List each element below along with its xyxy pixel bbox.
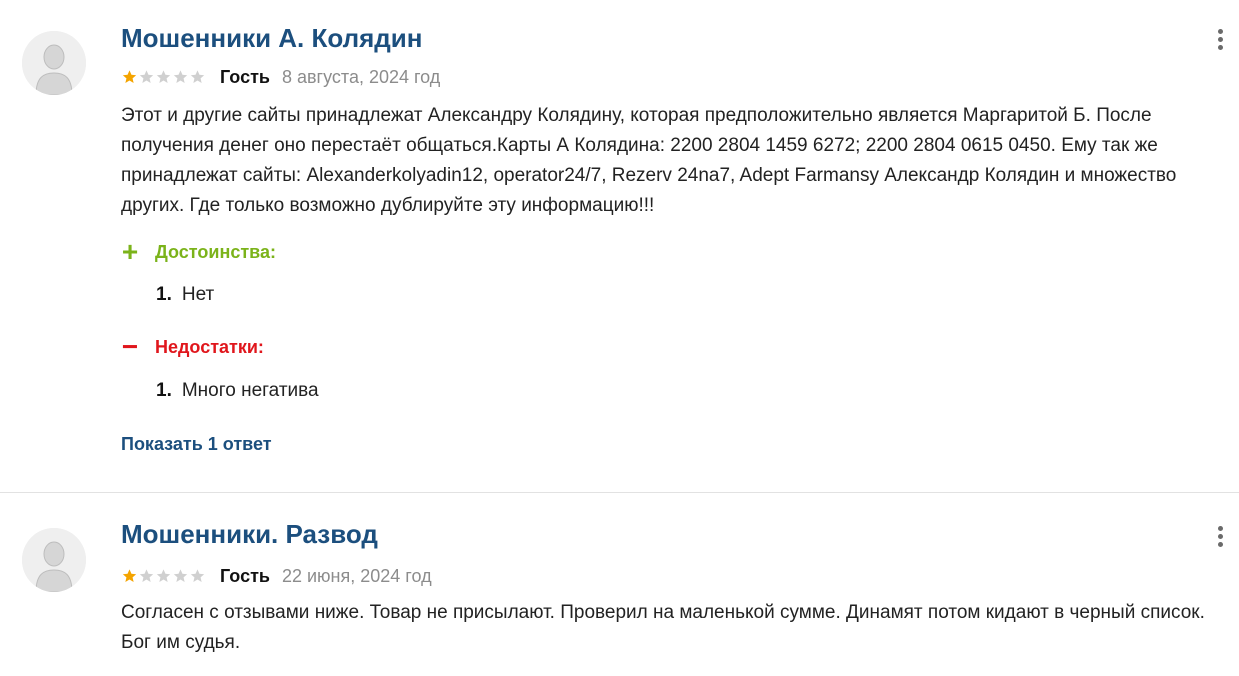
star-empty-icon	[139, 569, 154, 582]
review-title[interactable]: Мошенники. Развод	[121, 518, 378, 550]
review-author[interactable]: Гость	[220, 566, 270, 587]
review-text: Этот и другие сайты принадлежат Александ…	[121, 105, 1177, 216]
review-author[interactable]: Гость	[220, 67, 270, 88]
pros-label: Достоинства:	[155, 241, 276, 262]
pros-item-text: Нет	[181, 284, 215, 305]
star-filled-icon	[122, 70, 137, 83]
pros-header: + Достоинства:	[121, 236, 276, 267]
review-text: Согласен с отзывами ниже. Товар не присы…	[121, 602, 1205, 653]
more-vertical-icon[interactable]	[1211, 25, 1229, 53]
review-date: 22 июня, 2024 год	[281, 565, 432, 586]
user-avatar-icon	[22, 31, 86, 95]
pros-item: 1. Нет	[156, 283, 214, 307]
review-date: 8 августа, 2024 год	[281, 66, 441, 87]
rating-stars	[121, 568, 206, 584]
review-card: Мошенники. Развод Гость 22 июня, 2024 го…	[0, 493, 1239, 676]
review-meta: Гость 22 июня, 2024 год	[121, 565, 432, 587]
star-empty-icon	[190, 569, 205, 582]
cons-item-text: Много негатива	[181, 380, 319, 401]
star-empty-icon	[156, 569, 171, 582]
rating-stars	[121, 69, 206, 85]
star-empty-icon	[173, 569, 188, 582]
star-empty-icon	[139, 70, 154, 83]
review-card: Мошенники А. Колядин Гость 8 августа, 20…	[0, 0, 1239, 492]
star-filled-icon	[122, 569, 137, 582]
cons-label: Недостатки:	[155, 336, 264, 357]
star-empty-icon	[156, 70, 171, 83]
review-title[interactable]: Мошенники А. Колядин	[121, 22, 423, 54]
minus-icon: −	[121, 331, 139, 362]
star-empty-icon	[190, 70, 205, 83]
plus-icon: +	[121, 236, 139, 267]
review-meta: Гость 8 августа, 2024 год	[121, 66, 440, 88]
show-replies-link[interactable]: Показать 1 ответ	[121, 432, 272, 456]
cons-item: 1. Много негатива	[156, 379, 319, 403]
user-avatar-icon	[22, 528, 86, 592]
pros-item-number: 1.	[156, 284, 172, 305]
cons-header: − Недостатки:	[121, 331, 264, 362]
star-empty-icon	[173, 70, 188, 83]
cons-item-number: 1.	[156, 380, 172, 401]
more-vertical-icon[interactable]	[1211, 522, 1229, 550]
